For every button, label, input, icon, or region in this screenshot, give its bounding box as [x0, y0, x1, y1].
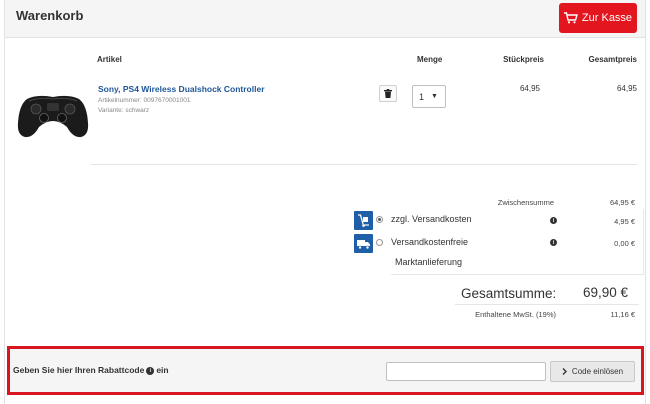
- caret-down-icon: ▼: [431, 93, 438, 100]
- shipping-option-free-radio[interactable]: [376, 239, 383, 246]
- vat-value: 11,16 €: [610, 310, 635, 319]
- column-header-quantity: Menge: [417, 55, 443, 64]
- cart-header: Warenkorb Zur Kasse: [5, 0, 645, 38]
- column-header-total-price: Gesamtpreis: [588, 55, 637, 64]
- checkout-button[interactable]: Zur Kasse: [559, 3, 637, 33]
- product-image[interactable]: [17, 93, 89, 139]
- quantity-select[interactable]: 1 ▼: [412, 85, 446, 108]
- coupon-code-input[interactable]: [386, 362, 546, 381]
- shopping-cart-icon: [563, 12, 578, 24]
- shipping-option-standard-radio[interactable]: [376, 216, 383, 223]
- coupon-label-text: Geben Sie hier Ihren Rabattcode: [13, 365, 145, 375]
- redeem-code-button[interactable]: Code einlösen: [550, 361, 635, 382]
- total-price: 64,95: [616, 84, 637, 93]
- column-header-article: Artikel: [97, 55, 122, 64]
- item-divider: [91, 164, 637, 165]
- grand-total-label: Gesamtsumme:: [461, 286, 557, 301]
- article-number: Artikelnummer: 0097670001001: [98, 97, 191, 104]
- subtotal-label: Zwischensumme: [497, 198, 554, 207]
- checkout-label: Zur Kasse: [581, 12, 633, 24]
- page-title: Warenkorb: [16, 8, 84, 23]
- redeem-code-label: Code einlösen: [571, 367, 624, 376]
- info-icon[interactable]: i: [146, 366, 155, 375]
- product-name-link[interactable]: Sony, PS4 Wireless Dualshock Controller: [98, 84, 265, 94]
- hand-truck-icon: [358, 214, 369, 227]
- remove-item-button[interactable]: [379, 85, 397, 102]
- grand-total-value: 69,90 €: [582, 285, 628, 300]
- unit-price: 64,95: [519, 84, 540, 93]
- total-divider: [455, 304, 639, 305]
- column-header-unit-price: Stückpreis: [503, 55, 544, 64]
- delivery-truck-icon: [357, 240, 370, 250]
- shipping-option-free-sublabel: Marktanlieferung: [395, 257, 463, 267]
- vat-label: Enthaltene MwSt. (19%): [475, 310, 556, 319]
- coupon-label-suffix: ein: [156, 365, 169, 375]
- info-icon[interactable]: i: [550, 239, 557, 246]
- quantity-value: 1: [419, 91, 425, 102]
- trash-icon: [384, 89, 392, 98]
- subtotal-value: 64,95 €: [609, 198, 635, 207]
- coupon-label: Geben Sie hier Ihren Rabattcode i ein: [13, 365, 169, 375]
- shipping-free-value: 0,00 €: [614, 239, 635, 248]
- shipping-icon: [354, 211, 373, 230]
- delivery-icon: [354, 234, 373, 253]
- cart-panel: Warenkorb Zur Kasse Artikel Menge Stückp…: [4, 0, 646, 404]
- shipping-option-free-label[interactable]: Versandkostenfreie: [391, 237, 468, 247]
- product-variant: Variante: schwarz: [98, 107, 150, 114]
- chevron-right-icon: [562, 368, 567, 375]
